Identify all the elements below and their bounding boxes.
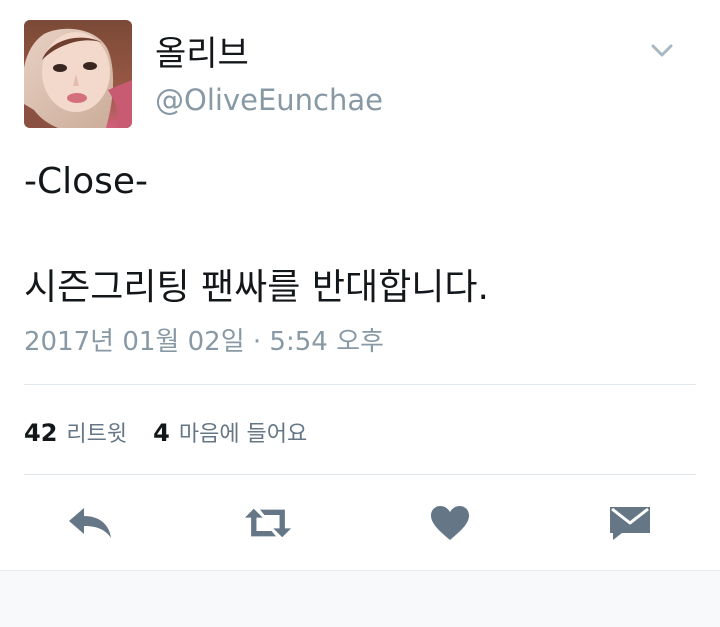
like-count[interactable]: 4 [153, 419, 170, 447]
direct-message-button[interactable] [606, 502, 654, 544]
tweet-stats: 42 리트윗 4 마음에 들어요 [24, 416, 307, 448]
retweet-icon [244, 508, 292, 538]
tweet-card: 올리브 @OliveEunchae -Close- 시즌그리팅 팬싸를 반대합니… [0, 0, 720, 570]
tweet-timestamp[interactable]: 2017년 01월 02일 · 5:54 오후 [24, 326, 384, 358]
avatar[interactable] [24, 20, 132, 128]
envelope-icon [610, 507, 650, 540]
chevron-down-icon [651, 44, 673, 57]
avatar-photo [24, 20, 132, 128]
like-label[interactable]: 마음에 들어요 [179, 416, 307, 448]
divider [24, 384, 696, 385]
tweet-text-line-2: 시즌그리팅 팬싸를 반대합니다. [24, 267, 489, 308]
divider [24, 474, 696, 475]
tweet-text-line-1: -Close- [24, 161, 149, 202]
retweet-count[interactable]: 42 [24, 419, 57, 447]
reply-icon [69, 508, 111, 538]
author-handle[interactable]: @OliveEunchae [155, 82, 383, 118]
retweet-label[interactable]: 리트윗 [66, 416, 127, 448]
author-display-name[interactable]: 올리브 [155, 34, 249, 74]
tweet-menu-button[interactable] [648, 38, 676, 62]
retweet-button[interactable] [244, 502, 292, 544]
reply-button[interactable] [66, 502, 114, 544]
heart-icon [431, 506, 469, 540]
like-button[interactable] [426, 502, 474, 544]
footer-strip [0, 570, 720, 627]
